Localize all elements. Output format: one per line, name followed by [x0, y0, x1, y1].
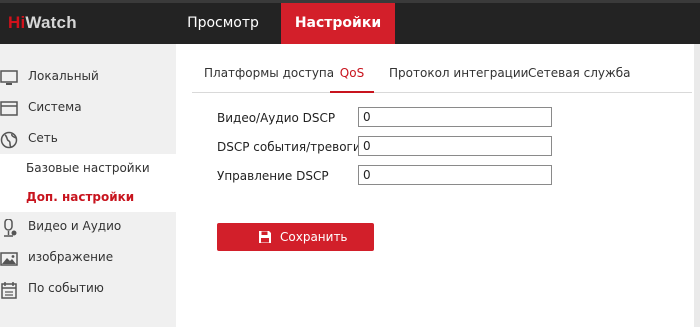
hiwatch-logo: HiWatch [8, 13, 77, 32]
tab-access-platforms[interactable]: Платформы доступа [204, 66, 334, 93]
event-alarm-dscp-label: DSCP события/тревоги [217, 140, 361, 154]
calendar-icon [1, 282, 17, 299]
tab-integration-protocol[interactable]: Протокол интеграции [389, 66, 528, 93]
sidebar-item-label: изображение [28, 250, 114, 264]
top-bar: HiWatch Просмотр Настройки [0, 0, 700, 44]
video-audio-dscp-label: Видео/Аудио DSCP [217, 111, 336, 125]
event-alarm-dscp-input[interactable] [358, 136, 552, 156]
sidebar-subitem-label: Доп. настройки [26, 190, 135, 204]
image-icon [0, 252, 18, 266]
save-icon [259, 231, 271, 243]
globe-icon [0, 131, 18, 149]
video-audio-dscp-input[interactable] [358, 107, 552, 127]
sidebar-item-system[interactable]: Система [0, 93, 176, 123]
sidebar-item-event[interactable]: По событию [0, 274, 176, 304]
sidebar-subitem-advanced[interactable]: Доп. настройки [0, 183, 176, 212]
management-dscp-label: Управление DSCP [217, 169, 329, 183]
sidebar-item-label: По событию [28, 281, 104, 295]
sidebar-item-local[interactable]: Локальный [0, 62, 176, 92]
sidebar-item-image[interactable]: изображение [0, 243, 176, 273]
nav-tab-settings[interactable]: Настройки [281, 3, 395, 44]
sidebar-subitem-label: Базовые настройки [26, 161, 150, 175]
sidebar-item-label: Сеть [28, 131, 58, 145]
sidebar-item-label: Видео и Аудио [28, 219, 122, 233]
sidebar-item-label: Система [28, 100, 82, 114]
window-icon [0, 101, 18, 116]
monitor-icon [0, 70, 18, 85]
save-button[interactable]: Сохранить [217, 223, 374, 251]
tab-qos[interactable]: QoS [330, 66, 374, 93]
nav-tab-view[interactable]: Просмотр [178, 3, 268, 44]
sidebar: Локальный Система Сеть Базовые настройки… [0, 44, 176, 327]
sidebar-subitem-basic[interactable]: Базовые настройки [0, 154, 176, 183]
sidebar-item-video-audio[interactable]: Видео и Аудио [0, 212, 176, 242]
sidebar-item-network[interactable]: Сеть [0, 124, 176, 154]
management-dscp-input[interactable] [358, 165, 552, 185]
save-button-label: Сохранить [280, 230, 348, 244]
scroll-edge [694, 44, 700, 327]
content-tabs: Платформы доступа QoS Протокол интеграци… [192, 60, 692, 93]
camera-mic-icon [4, 219, 17, 237]
sidebar-item-label: Локальный [28, 69, 99, 83]
tab-network-service[interactable]: Сетевая служба [528, 66, 631, 93]
